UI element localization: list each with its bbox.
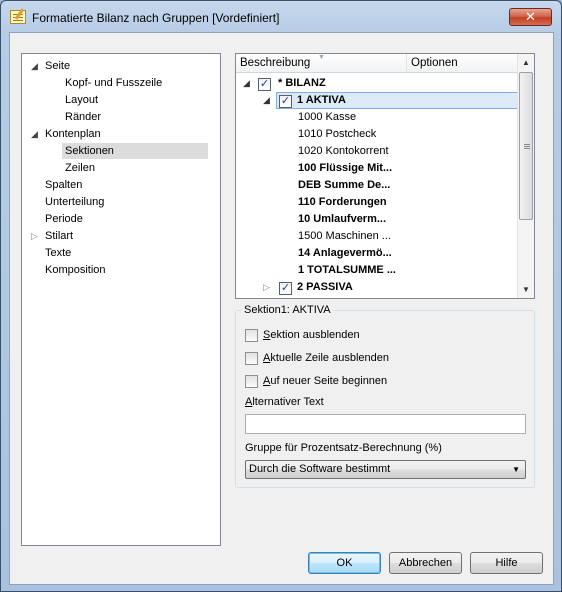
tree-item-komposition[interactable]: Komposition — [45, 262, 106, 278]
grid-row[interactable]: 1500 Maschinen ... — [236, 228, 519, 245]
row-label: 14 Anlagevermö... — [298, 247, 392, 259]
sections-grid[interactable]: ▼ Beschreibung Optionen ◢ ✓ * BILANZ ◢ ✓… — [235, 53, 535, 299]
tree-item-kontenplan[interactable]: Kontenplan — [45, 126, 101, 142]
collapsed-arrow-icon[interactable]: ▷ — [31, 228, 40, 244]
row-label: 1010 Postcheck — [298, 128, 377, 140]
scroll-down-icon[interactable]: ▼ — [518, 281, 534, 298]
percent-group-label: Gruppe für Prozentsatz-Berechnung (%) — [245, 442, 442, 454]
close-button[interactable]: ✕ — [509, 8, 552, 26]
tree-item-stilart[interactable]: Stilart — [45, 228, 73, 244]
row-checkbox[interactable]: ✓ — [279, 95, 292, 108]
tree-item-kopf-fusszeile[interactable]: Kopf- und Fusszeile — [65, 75, 162, 91]
ok-button[interactable]: OK — [308, 552, 381, 574]
section-group-title: Sektion1: AKTIVA — [242, 303, 333, 317]
row-label: 1 AKTIVA — [297, 94, 346, 106]
checkbox-label: ektion ausblenden — [270, 329, 360, 342]
sort-indicator-icon: ▼ — [318, 54, 325, 61]
grid-row[interactable]: DEB Summe De... — [236, 177, 519, 194]
tree-item-unterteilung[interactable]: Unterteilung — [45, 194, 104, 210]
dropdown-arrow-icon[interactable]: ▼ — [512, 461, 520, 478]
grid-row[interactable]: 110 Forderungen — [236, 194, 519, 211]
grid-row[interactable]: 100 Flüssige Mit... — [236, 160, 519, 177]
checkbox-box[interactable] — [245, 328, 258, 342]
scroll-up-icon[interactable]: ▲ — [518, 54, 534, 71]
new-page-checkbox[interactable]: Auf neuer Seite beginnen — [245, 374, 387, 390]
row-checkbox[interactable]: ✓ — [279, 282, 292, 295]
tree-item-zeilen[interactable]: Zeilen — [65, 160, 95, 176]
help-button[interactable]: Hilfe — [470, 552, 543, 574]
expand-arrow-icon[interactable]: ◢ — [31, 58, 40, 74]
expand-arrow-icon[interactable]: ◢ — [243, 75, 253, 92]
alt-text-input[interactable] — [245, 414, 526, 434]
expand-arrow-icon[interactable]: ◢ — [31, 126, 40, 142]
grid-row[interactable]: ◢ ✓ * BILANZ — [236, 75, 519, 92]
row-label: 110 Forderungen — [298, 196, 387, 208]
title-bar[interactable]: Formatierte Bilanz nach Gruppen [Vordefi… — [1, 1, 561, 33]
percent-group-select[interactable]: Durch die Software bestimmt ▼ — [245, 460, 526, 479]
row-label: * BILANZ — [278, 77, 326, 89]
tree-item-texte[interactable]: Texte — [45, 245, 71, 261]
grid-row[interactable]: 1 TOTALSUMME ... — [236, 262, 519, 279]
grid-row[interactable]: 1020 Kontokorrent — [236, 143, 519, 160]
hide-current-row-checkbox[interactable]: Aktuelle Zeile ausblenden — [245, 351, 389, 367]
tree-item-seite[interactable]: Seite — [45, 58, 70, 74]
alt-text-label: Alternativer Text — [245, 396, 324, 408]
row-label: 100 Flüssige Mit... — [298, 162, 393, 174]
checkbox-label: uf neuer Seite beginnen — [270, 375, 388, 388]
grid-row-selected[interactable]: ◢ ✓ 1 AKTIVA — [236, 92, 519, 109]
row-label: 1500 Maschinen ... — [298, 230, 391, 242]
row-label: 2 PASSIVA — [297, 281, 353, 293]
row-checkbox[interactable]: ✓ — [258, 78, 271, 91]
column-header-beschreibung[interactable]: ▼ Beschreibung — [236, 54, 407, 73]
grid-row[interactable]: 10 Umlaufverm... — [236, 211, 519, 228]
grip-icon — [524, 144, 530, 149]
tree-item-raender[interactable]: Ränder — [65, 109, 101, 125]
row-label: 1020 Kontokorrent — [298, 145, 389, 157]
checkbox-label: ktuelle Zeile ausblenden — [270, 352, 389, 365]
select-value: Durch die Software bestimmt — [249, 463, 391, 475]
grid-row[interactable]: 1000 Kasse — [236, 109, 519, 126]
row-label: DEB Summe De... — [298, 179, 391, 191]
checkbox-box[interactable] — [245, 374, 258, 388]
tree-item-sektionen[interactable]: Sektionen — [62, 143, 208, 159]
cancel-button[interactable]: Abbrechen — [389, 552, 462, 574]
dialog-window: Formatierte Bilanz nach Gruppen [Vordefi… — [0, 0, 562, 592]
tree-item-layout[interactable]: Layout — [65, 92, 98, 108]
report-edit-icon — [10, 10, 26, 24]
scroll-thumb[interactable] — [519, 72, 533, 220]
tree-item-spalten[interactable]: Spalten — [45, 177, 82, 193]
collapsed-arrow-icon[interactable]: ▷ — [263, 279, 273, 296]
dialog-client-area: ◢ Seite Kopf- und Fusszeile Layout Rände… — [9, 32, 554, 585]
grid-row[interactable]: 14 Anlagevermö... — [236, 245, 519, 262]
row-label: 1000 Kasse — [298, 111, 357, 123]
grid-header: ▼ Beschreibung Optionen — [236, 54, 519, 73]
column-header-optionen[interactable]: Optionen — [407, 54, 519, 73]
tree-item-periode[interactable]: Periode — [45, 211, 83, 227]
checkbox-box[interactable] — [245, 351, 258, 365]
row-label: 10 Umlaufverm... — [298, 213, 387, 225]
settings-tree: ◢ Seite Kopf- und Fusszeile Layout Rände… — [21, 53, 221, 546]
grid-row[interactable]: 1010 Postcheck — [236, 126, 519, 143]
row-label: 1 TOTALSUMME ... — [298, 264, 396, 276]
window-title: Formatierte Bilanz nach Gruppen [Vordefi… — [32, 11, 280, 25]
vertical-scrollbar[interactable]: ▲ ▼ — [517, 54, 534, 298]
expand-arrow-icon[interactable]: ◢ — [263, 92, 273, 109]
hide-section-checkbox[interactable]: Sektion ausblenden — [245, 328, 360, 344]
grid-row[interactable]: ▷ ✓ 2 PASSIVA — [236, 279, 519, 296]
